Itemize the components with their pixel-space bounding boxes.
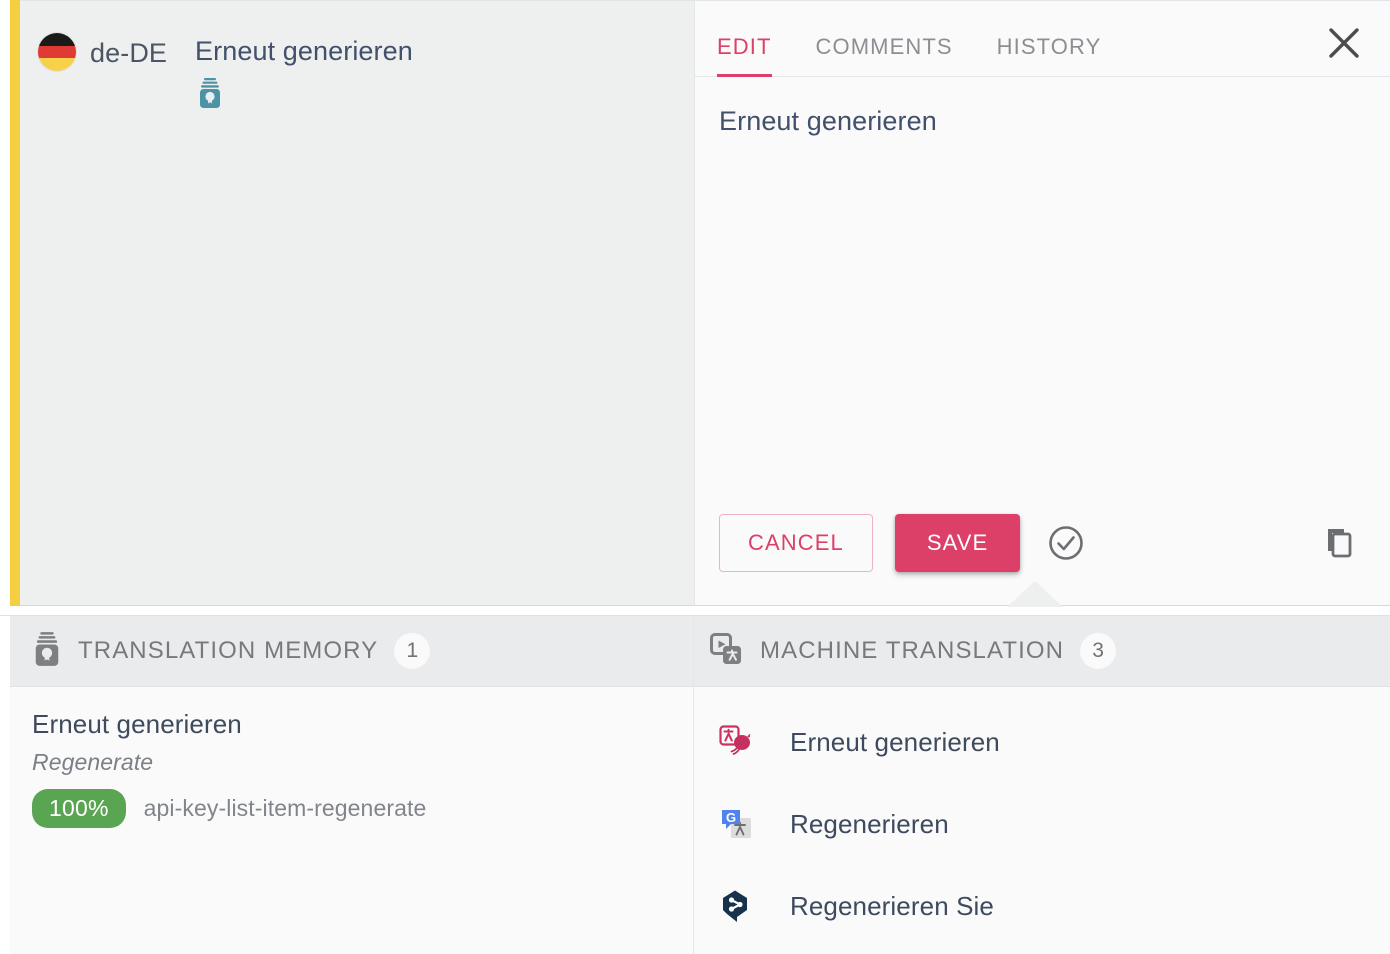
machine-translation-section: MACHINE TRANSLATION 3 Erneut gener (694, 616, 1390, 954)
check-circle-icon[interactable] (1042, 519, 1090, 567)
machine-translation-icon (708, 631, 744, 672)
list-item[interactable]: Erneut generieren (708, 701, 1390, 783)
tm-entry-meta: 100% api-key-list-item-regenerate (32, 789, 671, 828)
translation-memory-count: 1 (394, 633, 430, 669)
deepl-icon (718, 888, 754, 924)
list-item[interactable]: G Regenerieren (708, 783, 1390, 865)
translation-memory-jar-icon (32, 631, 62, 672)
tm-source-text: Regenerate (32, 749, 671, 776)
google-translate-icon: G (718, 806, 754, 842)
segment-row: de-DE Erneut generieren (0, 0, 1390, 606)
translation-memory-title: TRANSLATION MEMORY (78, 637, 378, 665)
segment-header: de-DE Erneut generieren (20, 29, 694, 114)
copy-icon[interactable] (1314, 519, 1362, 567)
tm-target-text: Erneut generieren (32, 709, 671, 740)
cancel-button[interactable]: CANCEL (719, 514, 873, 572)
segment-source-pane[interactable]: de-DE Erneut generieren (20, 0, 694, 606)
editor-pane: EDIT COMMENTS HISTORY Erneut generieren … (694, 0, 1390, 606)
microsoft-translator-icon (718, 724, 754, 760)
segment-status-bar (10, 0, 20, 606)
segment-translation-text: Erneut generieren (195, 33, 413, 69)
mt-suggestion-text: Erneut generieren (790, 727, 1000, 758)
editor-body[interactable]: Erneut generieren (695, 77, 1390, 495)
list-item[interactable]: Regenerieren Sie (708, 865, 1390, 947)
panel-gutter (0, 616, 10, 954)
tab-comments[interactable]: COMMENTS (816, 34, 953, 76)
mt-suggestion-text: Regenerieren Sie (790, 891, 994, 922)
list-item[interactable]: Erneut generieren Regenerate 100% api-ke… (32, 709, 671, 828)
mt-suggestion-text: Regenerieren (790, 809, 949, 840)
translation-input[interactable]: Erneut generieren (719, 103, 1366, 143)
panel-connector-caret (1007, 581, 1063, 607)
machine-translation-header: MACHINE TRANSLATION 3 (694, 616, 1390, 687)
tab-history[interactable]: HISTORY (997, 34, 1102, 76)
machine-translation-count: 3 (1080, 633, 1116, 669)
translation-memory-list: Erneut generieren Regenerate 100% api-ke… (10, 687, 693, 954)
suggestions-panel: TRANSLATION MEMORY 1 Erneut generieren R… (0, 615, 1390, 954)
match-percentage-badge: 100% (32, 789, 126, 828)
editor-tabs: EDIT COMMENTS HISTORY (695, 1, 1390, 77)
translation-memory-jar-icon (197, 77, 413, 114)
machine-translation-title: MACHINE TRANSLATION (760, 637, 1064, 665)
tab-edit[interactable]: EDIT (717, 34, 772, 76)
tm-entry-key: api-key-list-item-regenerate (144, 795, 427, 822)
save-button[interactable]: SAVE (895, 514, 1020, 572)
machine-translation-list: Erneut generieren G Regenerieren (694, 687, 1390, 954)
translation-memory-section: TRANSLATION MEMORY 1 Erneut generieren R… (10, 616, 694, 954)
translation-editor-screen: de-DE Erneut generieren (0, 0, 1390, 954)
translation-memory-header: TRANSLATION MEMORY 1 (10, 616, 693, 687)
svg-text:G: G (726, 810, 736, 825)
close-icon[interactable] (1324, 23, 1364, 63)
locale-label: de-DE (90, 38, 167, 69)
segment-text-wrap: Erneut generieren (195, 33, 413, 114)
german-flag-icon (38, 33, 76, 71)
